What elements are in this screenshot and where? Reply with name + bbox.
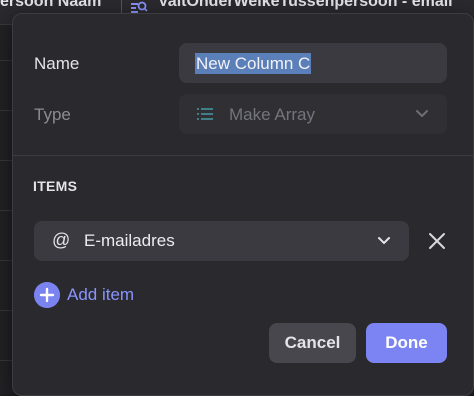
- type-label: Type: [34, 105, 71, 124]
- list-icon: [197, 108, 213, 120]
- array-item-value: E-mailadres: [84, 231, 175, 250]
- row-divider: [0, 360, 12, 361]
- row-divider: [0, 110, 12, 111]
- done-button[interactable]: Done: [366, 323, 447, 363]
- column-settings-dialog: Name New Column C Type Make Array ITEMS …: [12, 13, 474, 396]
- array-item-select[interactable]: @ E-mailadres: [34, 221, 409, 261]
- type-select[interactable]: Make Array: [179, 94, 447, 134]
- add-item-label: Add item: [67, 285, 135, 304]
- row-divider: [0, 210, 12, 211]
- column-header-email[interactable]: ValtOnderWelkeTussenpersoon - email: [158, 0, 453, 11]
- row-divider: [0, 260, 12, 261]
- chevron-down-icon: [378, 237, 390, 244]
- column-name-input[interactable]: New Column C: [179, 43, 447, 83]
- close-icon[interactable]: [423, 227, 451, 255]
- items-section-title: ITEMS: [33, 178, 78, 194]
- at-icon: @: [52, 230, 71, 250]
- section-divider: [13, 155, 473, 156]
- chevron-down-icon: [416, 110, 428, 117]
- plus-icon: [34, 282, 60, 308]
- type-value: Make Array: [229, 105, 315, 124]
- name-label: Name: [34, 54, 80, 73]
- row-divider: [0, 60, 12, 61]
- row-divider: [0, 160, 12, 161]
- cancel-button[interactable]: Cancel: [269, 323, 356, 363]
- row-divider: [0, 310, 12, 311]
- column-header-naam[interactable]: ersoon Naam: [0, 0, 101, 11]
- column-name-value[interactable]: New Column C: [195, 53, 312, 74]
